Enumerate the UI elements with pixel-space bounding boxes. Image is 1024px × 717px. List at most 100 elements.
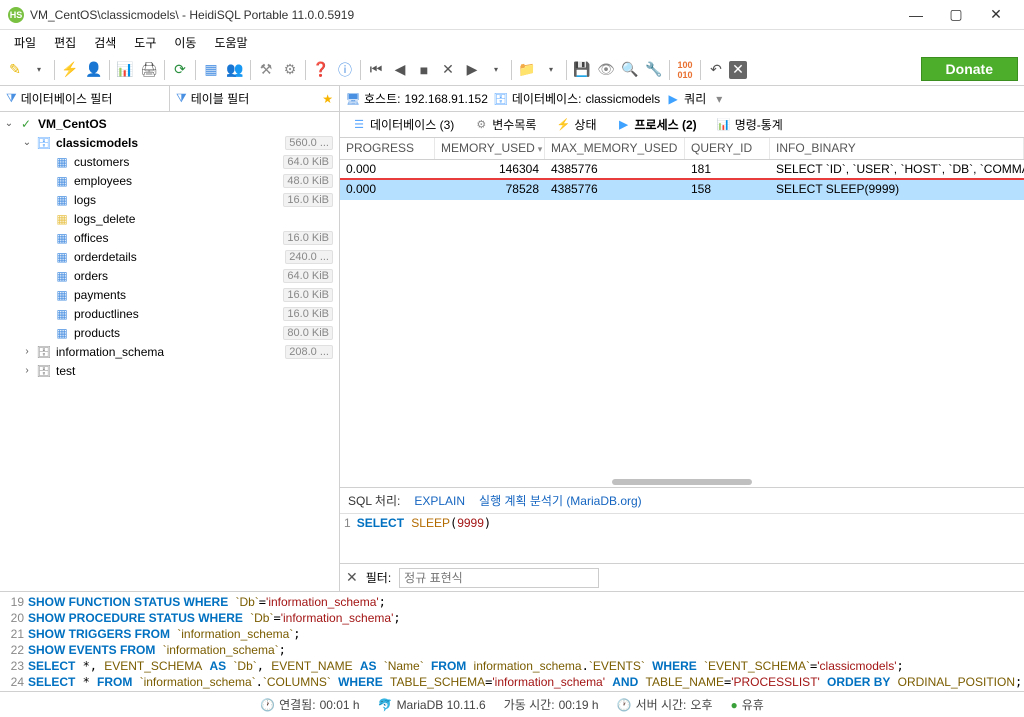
tree-table-customers[interactable]: ▦customers64.0 KiB — [0, 152, 339, 171]
grid-row-selected[interactable]: 0.000 78528 4385776 158 SELECT SLEEP(999… — [340, 180, 1024, 200]
dropdown-icon[interactable]: ▾ — [28, 59, 50, 81]
analyze-link[interactable]: 실행 계획 분석기 (MariaDB.org) — [479, 492, 642, 509]
cell-query-id: 181 — [685, 160, 770, 178]
print-icon[interactable]: 🖨 — [138, 59, 160, 81]
menu-edit[interactable]: 편집 — [46, 31, 84, 54]
dropdown3-icon[interactable]: ▾ — [540, 59, 562, 81]
menu-go[interactable]: 이동 — [166, 31, 204, 54]
explain-link[interactable]: EXPLAIN — [414, 494, 465, 508]
tab-label: 상태 — [574, 116, 596, 133]
menu-tools[interactable]: 도구 — [126, 31, 164, 54]
tool1-icon[interactable]: ⚒ — [255, 59, 277, 81]
stop-icon[interactable]: ■ — [413, 59, 435, 81]
tree-connection[interactable]: ⌄ ✓ VM_CentOS — [0, 114, 339, 133]
menu-file[interactable]: 파일 — [6, 31, 44, 54]
col-info-binary[interactable]: INFO_BINARY — [770, 138, 1024, 159]
pencil-icon[interactable]: ✎ — [4, 59, 26, 81]
play-icon[interactable]: ▶ — [461, 59, 483, 81]
chevron-down-icon[interactable]: ⌄ — [18, 137, 36, 148]
tab-label: 변수목록 — [492, 116, 536, 133]
folder-icon[interactable]: 📁 — [516, 59, 538, 81]
delete-icon[interactable]: ✕ — [729, 61, 747, 79]
status-value: 00:19 h — [559, 698, 599, 712]
table-icon: ▦ — [54, 174, 70, 188]
tree-table-logs-delete[interactable]: ▦logs_delete — [0, 209, 339, 228]
undo-icon[interactable]: ↶ — [705, 59, 727, 81]
tree-test[interactable]: ›🗄test — [0, 361, 339, 380]
clear-filter-icon[interactable]: ✕ — [346, 569, 358, 586]
minimize-button[interactable]: — — [896, 1, 936, 29]
close-button[interactable]: ✕ — [976, 1, 1016, 29]
maximize-button[interactable]: ▢ — [936, 1, 976, 29]
tree-table-orderdetails[interactable]: ▦orderdetails240.0 ... — [0, 247, 339, 266]
connect-icon[interactable]: ⚡ — [59, 59, 81, 81]
menu-search[interactable]: 검색 — [86, 31, 124, 54]
tab-variables[interactable]: ⚙변수목록 — [466, 113, 544, 136]
prev-icon[interactable]: ◀ — [389, 59, 411, 81]
grid-body[interactable]: 0.000 146304 4385776 181 SELECT `ID`, `U… — [340, 160, 1024, 473]
crumb-query[interactable]: ▶ 쿼리 ▾ — [666, 90, 722, 107]
col-max-memory-used[interactable]: MAX_MEMORY_USED — [545, 138, 685, 159]
breadcrumb: 🖥 호스트: 192.168.91.152 🗄 데이터베이스: classicm… — [340, 86, 1024, 111]
binary-icon[interactable]: 100010 — [674, 59, 696, 81]
status-value: 유휴 — [742, 696, 764, 713]
table-size: 48.0 KiB — [283, 174, 333, 188]
tab-database[interactable]: ☰데이터베이스 (3) — [344, 113, 462, 136]
filter-input[interactable] — [399, 568, 599, 588]
users-icon[interactable]: 👥 — [224, 59, 246, 81]
tool2-icon[interactable]: ⚙ — [279, 59, 301, 81]
db-filter[interactable]: ⧩ 데이터베이스 필터 — [0, 86, 170, 111]
tab-status[interactable]: ⚡상태 — [548, 113, 604, 136]
col-progress[interactable]: PROGRESS — [340, 138, 435, 159]
tree-table-employees[interactable]: ▦employees48.0 KiB — [0, 171, 339, 190]
info-icon[interactable]: ⓘ — [334, 59, 356, 81]
cell-progress: 0.000 — [340, 180, 435, 200]
grid-row[interactable]: 0.000 146304 4385776 181 SELECT `ID`, `U… — [340, 160, 1024, 180]
process-grid[interactable]: PROGRESS MEMORY_USED▾ MAX_MEMORY_USED QU… — [340, 138, 1024, 487]
tree-table-logs[interactable]: ▦logs16.0 KiB — [0, 190, 339, 209]
tree-table-orders[interactable]: ▦orders64.0 KiB — [0, 266, 339, 285]
donate-button[interactable]: Donate — [921, 57, 1018, 81]
first-icon[interactable]: ⏮ — [365, 59, 387, 81]
user-icon[interactable]: 👤 — [83, 59, 105, 81]
crumb-host[interactable]: 🖥 호스트: 192.168.91.152 — [346, 90, 488, 107]
search-icon[interactable]: 🔍 — [619, 59, 641, 81]
save-icon[interactable]: 💾 — [571, 59, 593, 81]
table-size: 240.0 ... — [285, 250, 333, 264]
export-icon[interactable]: 📊 — [114, 59, 136, 81]
tree-table-payments[interactable]: ▦payments16.0 KiB — [0, 285, 339, 304]
crumb-database[interactable]: 🗄 데이터베이스: classicmodels — [494, 90, 660, 107]
object-tree[interactable]: ⌄ ✓ VM_CentOS ⌄ 🗄 classicmodels 560.0 ..… — [0, 112, 340, 591]
tab-stats[interactable]: 📊명령-통계 — [709, 113, 791, 136]
cell-info-binary: SELECT `ID`, `USER`, `HOST`, `DB`, `COMM… — [770, 160, 1024, 178]
chevron-right-icon[interactable]: › — [18, 365, 36, 376]
col-memory-used[interactable]: MEMORY_USED▾ — [435, 138, 545, 159]
find-icon[interactable]: 👁 — [595, 59, 617, 81]
connection-label: VM_CentOS — [38, 117, 333, 131]
sql-log[interactable]: 19SHOW FUNCTION STATUS WHERE `Db`='infor… — [0, 591, 1024, 691]
tree-database[interactable]: ⌄ 🗄 classicmodels 560.0 ... — [0, 133, 339, 152]
chevron-down-icon[interactable]: ⌄ — [0, 118, 18, 129]
menu-help[interactable]: 도움말 — [206, 31, 255, 54]
status-bar: 🕐 연결됨: 00:01 h 🐬 MariaDB 10.11.6 가동 시간: … — [0, 691, 1024, 717]
dropdown2-icon[interactable]: ▾ — [485, 59, 507, 81]
table-label: logs_delete — [74, 212, 333, 226]
tables-icon[interactable]: ▦ — [200, 59, 222, 81]
tree-table-offices[interactable]: ▦offices16.0 KiB — [0, 228, 339, 247]
tab-process[interactable]: ▶프로세스 (2) — [609, 113, 705, 136]
col-query-id[interactable]: QUERY_ID — [685, 138, 770, 159]
tree-table-productlines[interactable]: ▦productlines16.0 KiB — [0, 304, 339, 323]
sql-editor[interactable]: 1SELECT SLEEP(9999) — [340, 513, 1024, 563]
refresh-icon[interactable]: ⟳ — [169, 59, 191, 81]
table-filter[interactable]: ⧩ 테이블 필터 ★ — [170, 86, 340, 111]
horizontal-scrollbar[interactable] — [612, 479, 752, 485]
chart-icon: 📊 — [717, 118, 731, 132]
tree-information-schema[interactable]: ›🗄information_schema208.0 ... — [0, 342, 339, 361]
table-icon: ▦ — [54, 288, 70, 302]
tools-icon[interactable]: 🔧 — [643, 59, 665, 81]
chevron-right-icon[interactable]: › — [18, 346, 36, 357]
cancel-icon[interactable]: ✕ — [437, 59, 459, 81]
help-icon[interactable]: ❓ — [310, 59, 332, 81]
menu-bar: 파일 편집 검색 도구 이동 도움말 — [0, 30, 1024, 54]
tree-table-products[interactable]: ▦products80.0 KiB — [0, 323, 339, 342]
